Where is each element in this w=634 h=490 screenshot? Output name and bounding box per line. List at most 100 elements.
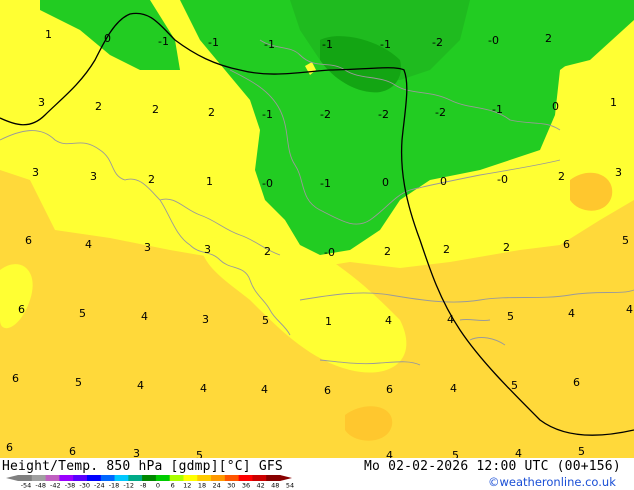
- value-label: 6: [324, 384, 331, 397]
- colorbar-label: 42: [257, 482, 265, 489]
- value-label: 2: [152, 103, 159, 116]
- orange-patch-1: [345, 406, 393, 441]
- value-label: 6: [25, 234, 32, 247]
- colorbar-label: 54: [286, 482, 294, 489]
- forecast-datetime: Mo 02-02-2026 12:00 UTC (00+156): [364, 459, 621, 474]
- colorbar-label: 6: [171, 482, 175, 489]
- value-label: 3: [90, 170, 97, 183]
- value-label: 4: [568, 307, 575, 320]
- colorbar-arrow-left: [6, 475, 18, 481]
- colorbar-swatch: [211, 475, 226, 481]
- value-label: 4: [261, 383, 268, 396]
- value-label: -0: [324, 246, 335, 259]
- value-label: 5: [196, 449, 203, 458]
- colorbar-label: -30: [79, 482, 90, 489]
- value-label: 5: [622, 234, 629, 247]
- value-label: -2: [378, 108, 389, 121]
- value-label: 3: [144, 241, 151, 254]
- colorbar-swatch: [128, 475, 143, 481]
- colorbar-label: -8: [140, 482, 146, 489]
- colorbar-label: -12: [123, 482, 134, 489]
- value-label: 2: [545, 32, 552, 45]
- value-label: 0: [382, 176, 389, 189]
- colorbar-label: 30: [227, 482, 235, 489]
- value-label: 5: [511, 379, 518, 392]
- value-label: 1: [206, 175, 213, 188]
- colorbar-label: 48: [271, 482, 279, 489]
- value-label: -1: [380, 38, 391, 51]
- colorbar-swatch: [31, 475, 47, 481]
- value-label: 2: [443, 243, 450, 256]
- value-label: 5: [507, 310, 514, 323]
- colorbar-swatch: [197, 475, 212, 481]
- value-label: -1: [262, 108, 273, 121]
- value-label: 2: [558, 170, 565, 183]
- colorbar-swatch: [224, 475, 240, 481]
- map-footer: Height/Temp. 850 hPa [gdmp][°C] GFS Mo 0…: [0, 458, 634, 490]
- value-label: 2: [503, 241, 510, 254]
- colorbar-label: -18: [109, 482, 120, 489]
- colorbar-swatch: [142, 475, 157, 481]
- value-label: 2: [264, 245, 271, 258]
- colorbar-swatch: [18, 475, 33, 481]
- colorbar-swatch: [59, 475, 74, 481]
- colorbar-label: -38: [65, 482, 76, 489]
- value-label: 0: [440, 175, 447, 188]
- value-label: 6: [6, 441, 13, 454]
- value-label: -2: [320, 108, 331, 121]
- value-label: 6: [18, 303, 25, 316]
- colorbar-label: -48: [35, 482, 46, 489]
- value-label: 1: [45, 28, 52, 41]
- credit-link[interactable]: ©weatheronline.co.uk: [488, 475, 616, 489]
- value-label: 1: [610, 96, 617, 109]
- value-label: -1: [208, 36, 219, 49]
- value-label: 6: [12, 372, 19, 385]
- value-label: 0: [104, 32, 111, 45]
- value-label: 6: [386, 383, 393, 396]
- value-label: -1: [264, 38, 275, 51]
- colorbar-swatch: [155, 475, 171, 481]
- value-label: 4: [515, 447, 522, 458]
- weather-map: 1 0 -1 -1 -1 -1 -1 -2 -0 2 3 2 2 2 -1 -2…: [0, 0, 634, 458]
- value-label: -2: [435, 106, 446, 119]
- value-label: 2: [208, 106, 215, 119]
- value-label: 2: [384, 245, 391, 258]
- value-label: -0: [497, 173, 508, 186]
- value-label: -2: [432, 36, 443, 49]
- map-title: Height/Temp. 850 hPa [gdmp][°C] GFS: [2, 459, 283, 474]
- value-label: 3: [38, 96, 45, 109]
- value-label: 3: [202, 313, 209, 326]
- colorbar-arrow-right: [280, 475, 292, 481]
- value-label: 1: [325, 315, 332, 328]
- value-label: -1: [492, 103, 503, 116]
- colorbar-label: -24: [94, 482, 105, 489]
- value-label: -1: [322, 38, 333, 51]
- colorbar-swatch: [252, 475, 267, 481]
- colorbar-label: 12: [183, 482, 191, 489]
- colorbar-label: 18: [198, 482, 206, 489]
- value-label: 3: [615, 166, 622, 179]
- colorbar-swatch: [114, 475, 129, 481]
- colorbar-swatch: [100, 475, 116, 481]
- value-label: -1: [158, 35, 169, 48]
- value-label: 6: [69, 445, 76, 458]
- colorbar-label: -42: [50, 482, 61, 489]
- value-label: 2: [95, 100, 102, 113]
- colorbar-label: -54: [21, 482, 32, 489]
- value-label: 3: [133, 447, 140, 458]
- value-label: 4: [85, 238, 92, 251]
- colorbar-label: 36: [242, 482, 250, 489]
- value-label: 4: [386, 449, 393, 458]
- value-label: -1: [320, 177, 331, 190]
- value-label: 2: [148, 173, 155, 186]
- colorbar-label: 0: [156, 482, 160, 489]
- value-label: 4: [137, 379, 144, 392]
- value-label: 5: [79, 307, 86, 320]
- value-label: -0: [262, 177, 273, 190]
- colorbar-swatch: [183, 475, 198, 481]
- orange-patch-2: [570, 172, 613, 211]
- value-label: 0: [552, 100, 559, 113]
- value-label: 4: [385, 314, 392, 327]
- colorbar-swatch: [45, 475, 60, 481]
- value-label: -0: [488, 34, 499, 47]
